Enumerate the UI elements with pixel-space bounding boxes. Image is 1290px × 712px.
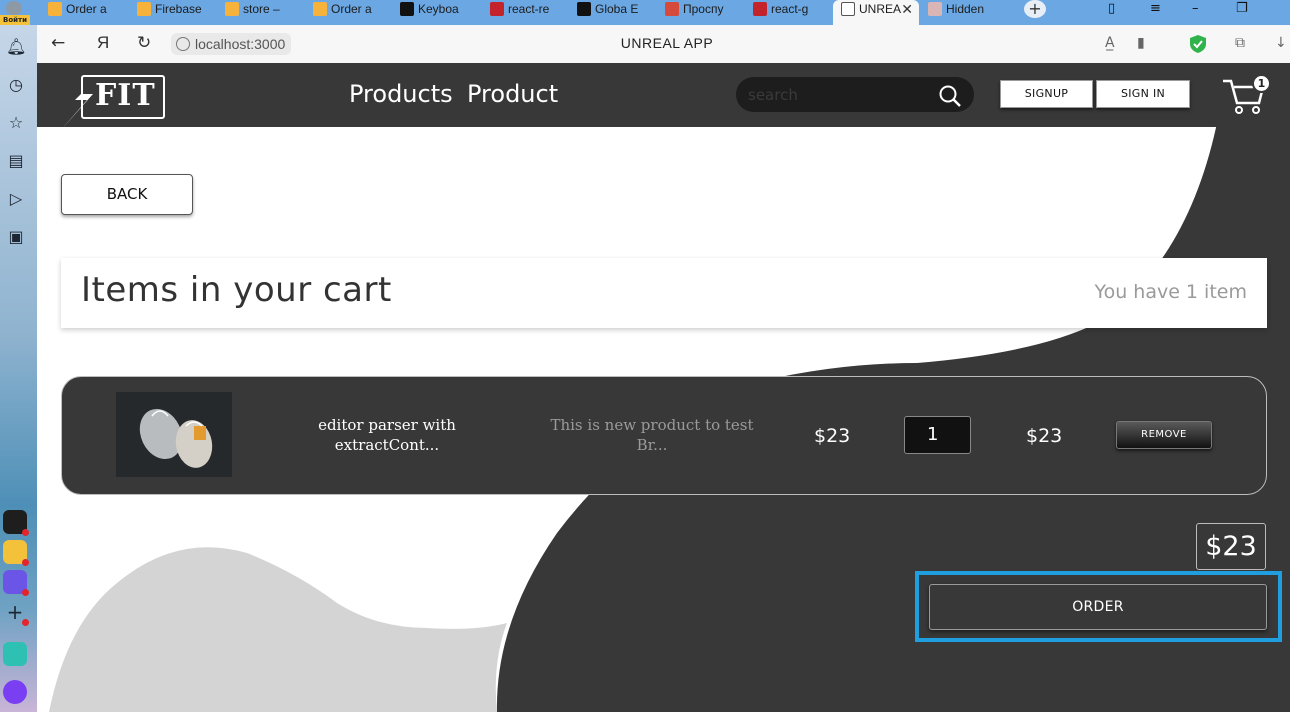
minimize-icon[interactable]: – [1192,1,1199,16]
browser-sidebar: 🔔︎ ◷ ☆ ▤ ▷ ▣ + [0,25,37,712]
product-image[interactable] [116,392,232,477]
browser-tab[interactable]: react-re [482,0,564,25]
star-icon[interactable]: ☆ [6,113,26,133]
logo[interactable]: FIT [61,70,167,130]
tab-favicon-icon [753,2,767,16]
browser-tab-bar: Войти Order a Firebase store – Order a Keyb… [0,0,1290,25]
tab-favicon-icon [400,2,414,16]
tab-label: Hidden [946,2,985,16]
close-tab-icon[interactable]: ✕ [901,0,913,18]
back-arrow-icon[interactable]: ← [51,33,65,53]
tab-label: UNREA [859,2,902,16]
bookmark-icon[interactable]: ▮ [1137,35,1145,51]
item-price: $23 [814,425,851,447]
nav-product[interactable]: Product [467,80,558,108]
tab-label: Firebase [155,2,202,16]
browser-tab[interactable]: Firebase [129,0,211,25]
alice-app-icon[interactable] [3,510,29,536]
alice-icon[interactable] [3,680,27,704]
browser-tab[interactable]: Globa E [569,0,651,25]
item-name[interactable]: editor parser with extractCont... [302,415,472,455]
tab-favicon-icon [928,2,942,16]
search-input[interactable] [748,84,928,106]
web-page: FIT Products Product SIGNUP SIGN IN 1 BA… [37,63,1290,712]
url-text: localhost:3000 [195,36,286,52]
tab-favicon-icon [313,2,327,16]
signin-button[interactable]: SIGN IN [1096,80,1190,108]
cart-header: Items in your cart You have 1 item [61,258,1267,328]
history-icon[interactable]: ◷ [6,75,26,95]
tab-label: react-g [771,2,809,16]
search-icon[interactable] [938,84,962,108]
browser-tab[interactable]: store – [217,0,299,25]
bell-icon[interactable]: 🔔︎ [6,37,26,57]
quantity-input[interactable]: 1 [904,416,971,454]
browser-tab[interactable]: react-g [745,0,827,25]
browser-tab[interactable]: UNREA ✕ [833,0,919,25]
tab-label: Order a [331,2,372,16]
browser-tab[interactable]: Order a [305,0,387,25]
yandex-icon[interactable]: Я [97,33,109,53]
browser-tab[interactable]: Hidden [920,0,1002,25]
tab-label: Order a [66,2,107,16]
profile-button[interactable]: Войти [0,0,30,25]
site-header: FIT Products Product SIGNUP SIGN IN 1 [37,63,1290,130]
reload-icon[interactable]: ↻ [137,33,151,53]
tab-favicon-icon [490,2,504,16]
browser-tab[interactable]: Order a [40,0,122,25]
cart-summary: You have 1 item [1094,281,1247,303]
logo-text: FIT [95,78,156,113]
browser-tab[interactable]: Проспу [657,0,739,25]
order-button[interactable]: ORDER [929,584,1267,630]
tab-favicon-icon [48,2,62,16]
back-button[interactable]: BACK [61,174,193,215]
grand-total: $23 [1196,523,1266,570]
tab-favicon-icon [577,2,591,16]
signup-button[interactable]: SIGNUP [1000,80,1093,108]
menu-icon[interactable]: ≡ [1150,1,1161,16]
tab-label: Keyboa [418,2,459,16]
tab-label: react-re [508,2,550,16]
tab-label: Проспу [683,2,724,16]
address-bar: ← Я ↻ localhost:3000 UNREAL APP A̲ ▮ ⧉ ↓ [37,25,1290,63]
avatar [6,1,22,15]
tab-favicon-icon [137,2,151,16]
nav-products[interactable]: Products [349,80,453,108]
url-field[interactable]: localhost:3000 [171,33,292,55]
shield-icon[interactable] [1187,33,1209,55]
send-icon[interactable] [3,642,27,666]
downloads-icon[interactable]: ↓ [1275,35,1287,51]
item-description: This is new product to test Br... [550,416,754,454]
zen-icon[interactable]: ▣ [6,227,26,247]
cart-count-badge: 1 [1252,74,1271,93]
play-icon[interactable]: ▷ [6,189,26,209]
extensions-icon[interactable]: ⧉ [1235,35,1245,51]
search-bar [736,77,974,112]
tab-label: store – [243,2,280,16]
collections-icon[interactable]: ▤ [6,151,26,171]
item-total: $23 [1026,425,1063,447]
globe-icon [176,37,190,51]
bookmarks-icon[interactable]: ▯ [1108,1,1115,16]
messenger-icon[interactable] [3,570,29,596]
cart-item: editor parser with extractCont... This i… [61,376,1267,495]
new-tab-button[interactable]: + [1024,0,1046,18]
page-title: UNREAL APP [620,35,714,51]
mail-icon[interactable] [3,540,29,566]
tab-favicon-icon [225,2,239,16]
tab-label: Globa E [595,2,639,16]
cart-title: Items in your cart [81,270,392,310]
translate-icon[interactable]: A̲ [1105,35,1115,51]
tab-favicon-icon [841,2,855,16]
profile-label: Войти [0,15,30,25]
restore-icon[interactable]: ❐ [1236,1,1248,16]
browser-tab[interactable]: Keyboa [392,0,476,25]
tab-favicon-icon [665,2,679,16]
remove-button[interactable]: REMOVE [1116,421,1212,449]
add-panel-icon[interactable]: + [3,600,29,626]
